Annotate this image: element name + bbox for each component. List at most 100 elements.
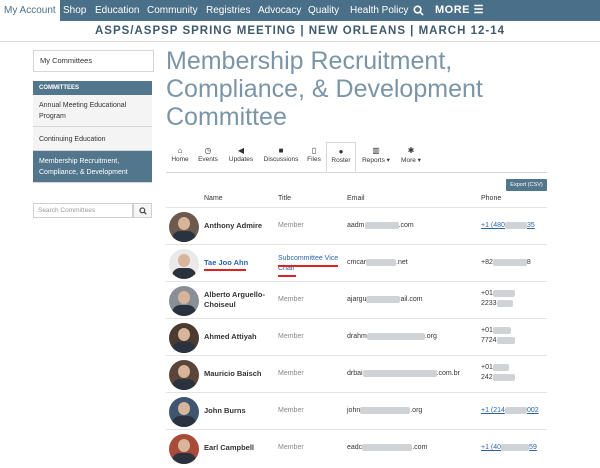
member-name[interactable]: Ahmed Attiyah: [204, 332, 274, 342]
avatar: [169, 323, 199, 353]
email-end: .com: [412, 444, 428, 451]
phone-end: 8: [526, 259, 531, 266]
sidebar-item-membership[interactable]: Membership Recruitment, Compliance, & De…: [33, 151, 152, 183]
search-icon[interactable]: [413, 0, 424, 21]
phone-redaction: [504, 221, 527, 229]
avatar: [169, 212, 199, 242]
email-end: .com.br: [436, 370, 460, 377]
phone-start: +1 (40: [481, 444, 502, 451]
nav-shop[interactable]: Shop: [63, 0, 86, 21]
sidebar-item-continuing-education[interactable]: Continuing Education: [33, 127, 152, 151]
table-row: Anthony Admire Member aadm .com +1 (480 35: [166, 207, 547, 245]
tab-reports-label: Reports ▾: [362, 157, 390, 164]
col-header-phone[interactable]: Phone: [481, 195, 501, 202]
col-header-name[interactable]: Name: [204, 195, 223, 202]
phone-start: +1 (214: [481, 407, 505, 414]
comment-icon: ■: [278, 146, 284, 155]
nav-more[interactable]: MORE ☰: [435, 0, 484, 21]
member-phone[interactable]: +1 (480 35: [481, 221, 547, 231]
tab-reports[interactable]: ▥ Reports ▾: [359, 142, 393, 172]
hamburger-icon: ☰: [473, 4, 484, 16]
email-redaction: [362, 369, 437, 377]
email-start: cmcar: [347, 259, 367, 266]
member-phone[interactable]: +82 8: [481, 258, 547, 268]
nav-advocacy[interactable]: Advocacy: [258, 0, 301, 21]
search-committees-input[interactable]: Search Committees: [33, 203, 133, 218]
phone-redaction: [492, 373, 515, 381]
col-header-title[interactable]: Title: [278, 195, 291, 202]
tab-roster-label: Roster: [331, 157, 351, 164]
my-committees-label: My Committees: [40, 56, 93, 65]
tab-more[interactable]: ✱ More ▾: [396, 142, 426, 172]
bar-chart-icon: ▥: [372, 146, 380, 155]
avatar: [169, 249, 199, 279]
col-header-email[interactable]: Email: [347, 195, 365, 202]
member-email[interactable]: eadc .com: [347, 443, 427, 453]
phone-start: +82: [481, 259, 493, 266]
nav-education[interactable]: Education: [95, 0, 139, 21]
sidebar-item-annual-meeting[interactable]: Annual Meeting Educational Program: [33, 95, 152, 127]
table-row: Mauricio Baisch Member drbai .com.br +01 2…: [166, 355, 547, 393]
member-name[interactable]: Anthony Admire: [204, 221, 274, 231]
tab-files[interactable]: ▯ Files: [304, 142, 324, 172]
member-email[interactable]: drahm .org: [347, 332, 437, 342]
email-start: john: [347, 407, 361, 414]
member-email[interactable]: john .org: [347, 406, 422, 416]
tab-events[interactable]: ◷ Events: [194, 142, 222, 172]
table-row: Alberto Arguello-Choiseul Member ajargu a…: [166, 281, 547, 319]
tab-home[interactable]: ⌂ Home: [166, 142, 194, 172]
search-committees-button[interactable]: [133, 203, 152, 218]
member-phone[interactable]: +1 (40 59: [481, 443, 547, 453]
member-phone[interactable]: +01 242: [481, 363, 547, 383]
email-end: ail.com: [400, 296, 423, 303]
member-name[interactable]: Earl Campbell: [204, 443, 274, 453]
member-phone[interactable]: +01 2233: [481, 289, 547, 309]
nav-registries[interactable]: Registries: [206, 0, 250, 21]
member-name[interactable]: Mauricio Baisch: [204, 369, 274, 379]
tab-updates[interactable]: ◀ Updates: [224, 142, 258, 172]
member-phone[interactable]: +01 7724: [481, 326, 547, 346]
email-end: .org: [424, 333, 437, 340]
nav-my-account[interactable]: My Account: [0, 0, 60, 21]
member-phone[interactable]: +1 (214 002: [481, 406, 547, 416]
tab-roster[interactable]: ● Roster: [326, 142, 356, 172]
top-nav: My Account Shop Education Community Regi…: [0, 0, 600, 21]
nav-community[interactable]: Community: [147, 0, 198, 21]
phone-start: +01: [481, 364, 493, 371]
phone-redaction: [496, 336, 515, 344]
member-name[interactable]: Alberto Arguello-Choiseul: [204, 290, 274, 310]
phone-start: +01: [481, 290, 493, 297]
member-title: Member: [278, 333, 304, 340]
member-email[interactable]: drbai .com.br: [347, 369, 460, 379]
email-start: eadc: [347, 444, 363, 451]
email-end: .com: [398, 222, 414, 229]
tab-events-label: Events: [198, 156, 218, 163]
nav-more-label: MORE: [435, 4, 470, 16]
meeting-banner[interactable]: ASPS/ASPSP SPRING MEETING | NEW ORLEANS …: [0, 21, 600, 42]
member-name[interactable]: John Burns: [204, 406, 274, 416]
tab-updates-label: Updates: [228, 156, 254, 163]
phone-start: +1 (480: [481, 222, 505, 229]
member-email[interactable]: ajargu ail.com: [347, 295, 423, 305]
email-start: drahm: [347, 333, 367, 340]
avatar: [169, 360, 199, 390]
phone-redaction: [492, 289, 515, 297]
member-name[interactable]: Tae Joo Ahn: [204, 258, 274, 268]
my-committees-link[interactable]: My Committees: [33, 50, 154, 72]
nav-quality[interactable]: Quality: [308, 0, 339, 21]
page-title: Membership Recruitment, Compliance, & De…: [166, 47, 483, 131]
tab-home-label: Home: [171, 156, 189, 163]
tab-discussions[interactable]: ■ Discussions: [261, 142, 301, 172]
tab-files-label: Files: [307, 156, 321, 163]
email-end: .net: [396, 259, 408, 266]
phone-end: 35: [526, 222, 535, 229]
nav-health-policy[interactable]: Health Policy: [350, 0, 408, 21]
member-email[interactable]: cmcar .net: [347, 258, 408, 268]
table-row: Ahmed Attiyah Member drahm .org +01 7724: [166, 318, 547, 356]
export-csv-button[interactable]: Export (CSV): [506, 179, 547, 191]
megaphone-icon: ◀: [237, 146, 245, 155]
phone-line2: 2233: [481, 300, 497, 307]
member-email[interactable]: aadm .com: [347, 221, 414, 231]
phone-end: 59: [529, 444, 537, 451]
phone-line2: 242: [481, 374, 493, 381]
